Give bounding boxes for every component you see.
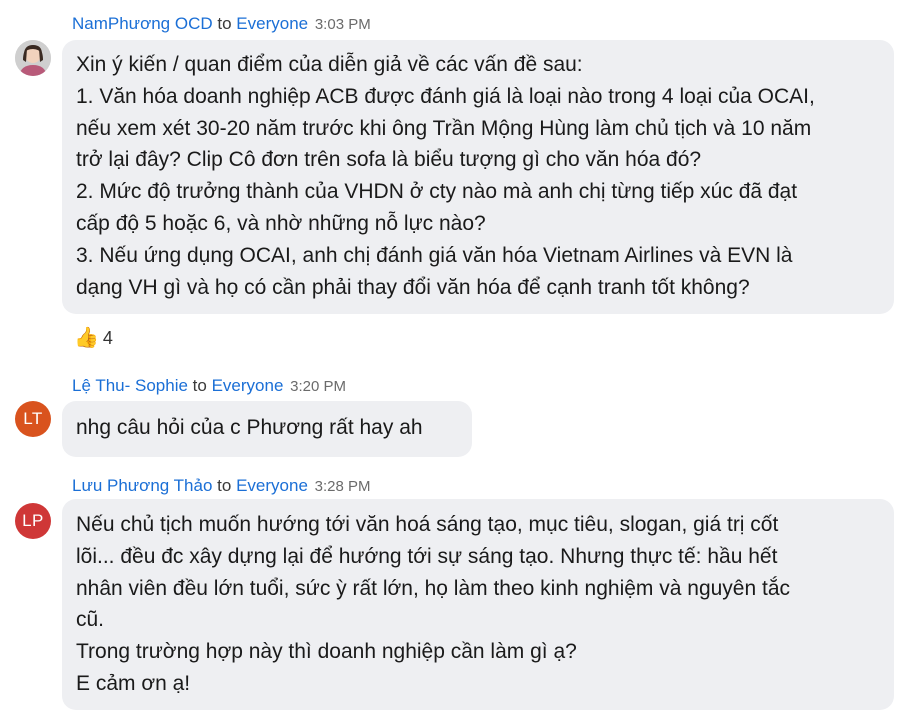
message-bubble: nhg câu hỏi của c Phương rất hay ah [62,401,472,457]
message-time: 3:20 PM [290,378,347,395]
avatar-initials: LT [23,409,43,428]
thumbs-up-icon: 👍 [74,327,99,349]
message-text-line: Nếu chủ tịch muốn hướng tới văn hoá sáng… [76,513,779,536]
recipient-name[interactable]: Everyone [236,14,308,33]
message-text-line: lõi... đều đc xây dựng lại để hướng tới … [76,544,778,568]
sender-name[interactable]: Lưu Phương Thảo [72,476,212,495]
message-bubble: Nếu chủ tịch muốn hướng tới văn hoá sáng… [62,499,894,710]
to-label: to [217,14,232,33]
recipient-name[interactable]: Everyone [212,376,284,395]
avatar: LP [15,503,51,539]
sender-name[interactable]: NamPhương OCD [72,14,213,33]
user-photo-icon [15,40,51,76]
avatar: LT [15,401,51,437]
to-label: to [192,376,207,395]
avatar [15,40,51,76]
message-header: Lưu Phương Thảo to Everyone 3:28 PM [72,475,371,498]
message-text-line: trở lại đây? Clip Cô đơn trên sofa là bi… [76,148,702,172]
message-header: Lệ Thu- Sophie to Everyone 3:20 PM [72,375,346,398]
message-time: 3:28 PM [314,478,371,495]
message-text-line: cấp độ 5 hoặc 6, và nhờ những nỗ lực nào… [76,211,486,235]
message-text-line: cũ. [76,608,105,632]
sender-name[interactable]: Lệ Thu- Sophie [72,376,188,395]
reaction-count: 4 [102,327,113,348]
avatar-initials: LP [22,511,44,530]
recipient-name[interactable]: Everyone [236,476,308,495]
message-text-line: Xin ý kiến / quan điểm của diễn giả về c… [76,53,583,76]
chat-panel: NamPhương OCD to Everyone 3:03 PM Xin ý … [0,0,916,719]
message-bubble: Xin ý kiến / quan điểm của diễn giả về c… [62,40,894,314]
reaction-chip[interactable]: 👍 4 [74,326,113,350]
message-text-line: Trong trường hợp này thì doanh nghiệp cầ… [76,640,577,664]
message-text-line: nhân viên đều lớn tuổi, sức ỳ rất lớn, h… [76,576,791,600]
message-text-line: 2. Mức độ trưởng thành của VHDN ở cty nà… [76,180,798,204]
to-label: to [217,476,232,495]
message-text-line: nếu xem xét 30-20 năm trước khi ông Trần… [76,116,812,140]
message-text-line: E cảm ơn ạ! [76,671,191,695]
message-text-line: dạng VH gì và họ có cần phải thay đổi vă… [76,275,750,299]
message-text-line: 1. Văn hóa doanh nghiệp ACB được đánh gi… [76,84,815,108]
message-text-line: 3. Nếu ứng dụng OCAI, anh chị đánh giá v… [76,243,793,267]
message-header: NamPhương OCD to Everyone 3:03 PM [72,13,371,36]
message-text-line: nhg câu hỏi của c Phương rất hay ah [76,416,423,439]
message-time: 3:03 PM [314,16,371,33]
